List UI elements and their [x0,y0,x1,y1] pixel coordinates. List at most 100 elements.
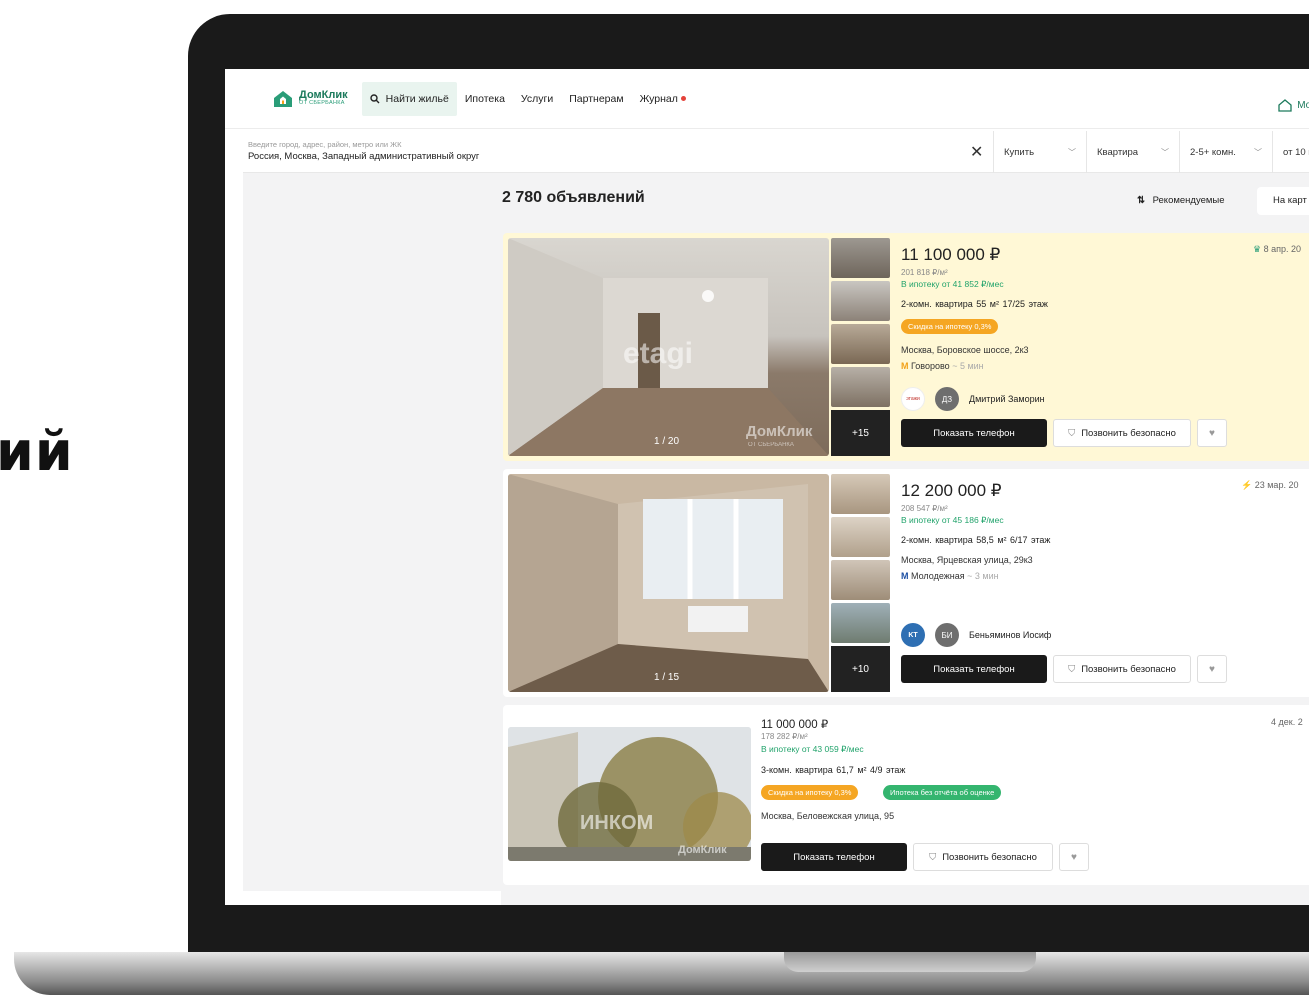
more-photos-button[interactable]: +15 [831,410,890,456]
heart-icon: ♥ [1071,851,1077,863]
domclick-logo[interactable]: ДомКлик ОТ СБЕРБАНКА [273,90,348,108]
agency-logo: этажи [901,387,925,411]
listing-card[interactable]: 1 / 15 +10 12 200 000 ₽ 208 547 ₽/м² В и… [503,469,1309,697]
sort-label: Рекомендуемые [1152,195,1225,206]
shield-icon: ⛉ [1068,663,1076,675]
building-photo-image: ИНКОМ ДомКлик [508,727,751,861]
domclick-watermark: ДомКлик [746,423,813,440]
agent-info[interactable]: KT БИ Беньяминов Иосиф [901,623,1051,647]
clear-search-icon[interactable]: ✕ [970,142,983,162]
show-phone-button[interactable]: Показать телефон [761,843,907,871]
logo-sub: ОТ СБЕРБАНКА [299,100,345,107]
call-safe-button[interactable]: ⛉ Позвонить безопасно [1053,655,1191,683]
listing-photo[interactable]: etagi ДомКлик ОТ СБЕРБАНКА 1 / 20 [508,238,829,456]
filter-rooms-label: 2-5+ комн. [1190,146,1236,158]
nav-find-home-label: Найти жильё [385,92,449,105]
search-bar: Введите город, адрес, район, метро или Ж… [243,131,1309,173]
date-label: 23 мар. 20 [1254,480,1299,490]
favorite-button[interactable]: ♥ [1059,843,1089,871]
filter-property-type[interactable]: Квартира ﹀ [1086,131,1179,173]
agent-avatar: БИ [935,623,959,647]
room-photo-image: etagi ДомКлик ОТ СБЕРБАНКА [508,238,829,456]
listing-address: Москва, Ярцевская улица, 29к3 [901,555,1033,565]
filter-deal-type-label: Купить [1004,146,1035,158]
filters-sidebar [243,173,501,891]
agent-name: Дмитрий Заморин [969,394,1045,404]
search-icon [369,93,380,103]
nav-partners[interactable]: Партнерам [561,82,631,116]
photo-counter: 1 / 20 [654,436,680,447]
photo-thumb[interactable] [831,281,890,321]
sort-button[interactable]: ⇅ Рекомендуемые [1137,195,1225,206]
listing-address: Москва, Боровское шоссе, 2к3 [901,345,1029,355]
mortgage-offer[interactable]: В ипотеку от 43 059 ₽/мес [761,744,864,755]
shield-icon: ⛉ [929,851,937,863]
lightning-icon: ⚡ [1241,480,1253,490]
map-button[interactable]: На карт [1257,187,1309,215]
photo-counter: 1 / 15 [654,672,680,683]
photo-thumb[interactable] [831,238,890,278]
listing-price: 11 100 000 ₽ [901,245,1001,264]
notification-dot-icon [680,96,686,101]
nav-services[interactable]: Услуги [513,82,561,116]
call-safe-button[interactable]: ⛉ Позвонить безопасно [913,843,1053,871]
listing-specs: 2-комн. квартира 55 м² 17/25 этаж [901,299,1048,309]
photo-thumb[interactable] [831,560,890,600]
no-appraisal-badge: Ипотека без отчёта об оценке [883,785,1002,800]
filter-rooms[interactable]: 2-5+ комн. ﹀ [1179,131,1272,173]
photo-thumb[interactable] [831,603,890,643]
metro-icon: М [901,571,909,581]
laptop-notch [784,952,1036,972]
favorite-button[interactable]: ♥ [1197,419,1227,447]
listing-photo[interactable]: 1 / 15 [508,474,829,692]
filter-area[interactable]: от 10 м [1272,131,1309,173]
site-header: ДомКлик ОТ СБЕРБАНКА Найти жильё Ипотека… [225,69,1309,129]
photo-thumb[interactable] [831,367,890,407]
listing-photo[interactable]: ИНКОМ ДомКлик [508,727,751,861]
browser-screen: ДомКлик ОТ СБЕРБАНКА Найти жильё Ипотека… [225,69,1309,905]
promo-heading: ий [0,420,74,483]
laptop-mockup: ий ДомКлик ОТ СБЕРБАНКА Найти жильё Ипот… [0,0,1309,995]
house-logo-icon [274,90,292,107]
domclick-watermark: ДомКлик [678,844,727,856]
nav-mortgage[interactable]: Ипотека [457,82,513,116]
more-photos-button[interactable]: +10 [831,646,890,692]
agent-info[interactable]: этажи ДЗ Дмитрий Заморин [901,387,1045,411]
call-safe-label: Позвонить безопасно [1081,663,1176,675]
mortgage-offer[interactable]: В ипотеку от 45 186 ₽/мес [901,515,1004,526]
house-icon [1278,99,1292,112]
photo-thumb[interactable] [831,474,890,514]
favorite-button[interactable]: ♥ [1197,655,1227,683]
mortgage-offer[interactable]: В ипотеку от 41 852 ₽/мес [901,279,1004,290]
room-photo-image [508,474,829,692]
filter-deal-type[interactable]: Купить ﹀ [993,131,1086,173]
crown-icon: ♛ [1253,244,1262,254]
listing-card[interactable]: etagi ДомКлик ОТ СБЕРБАНКА 1 / 20 +15 11… [503,233,1309,461]
listing-specs: 3-комн. квартира 61,7 м² 4/9 этаж [761,765,906,775]
metro-name: Говорово [911,361,950,371]
agent-name: Беньяминов Иосиф [969,630,1052,640]
filter-area-label: от 10 м [1283,146,1309,158]
shield-icon: ⛉ [1068,427,1076,439]
show-phone-button[interactable]: Показать телефон [901,419,1047,447]
discount-badge: Скидка на ипотеку 0,3% [761,785,859,800]
my-home-link[interactable]: Мой до [1278,99,1309,112]
inkom-watermark: ИНКОМ [580,812,653,834]
nav-find-home[interactable]: Найти жильё [361,81,457,116]
call-safe-button[interactable]: ⛉ Позвонить безопасно [1053,419,1191,447]
listing-card[interactable]: ИНКОМ ДомКлик 11 000 000 ₽ 178 282 ₽/м² … [503,705,1309,885]
results-count: 2 780 объявлений [502,189,645,206]
heart-icon: ♥ [1209,427,1215,439]
nav-journal[interactable]: Журнал [632,82,694,116]
photo-thumb[interactable] [831,324,890,364]
show-phone-button[interactable]: Показать телефон [901,655,1047,683]
price-per-m2: 208 547 ₽/м² [901,504,948,513]
discount-badge: Скидка на ипотеку 0,3% [901,319,999,334]
price-per-m2: 201 818 ₽/м² [901,268,948,277]
etagi-watermark: etagi [623,337,693,370]
search-input[interactable]: Россия, Москва, Западный административны… [248,151,479,162]
listing-price: 11 000 000 ₽ [761,719,829,731]
nav-journal-label: Журнал [639,92,678,105]
metro-name: Молодежная [911,571,965,581]
photo-thumb[interactable] [831,517,890,557]
